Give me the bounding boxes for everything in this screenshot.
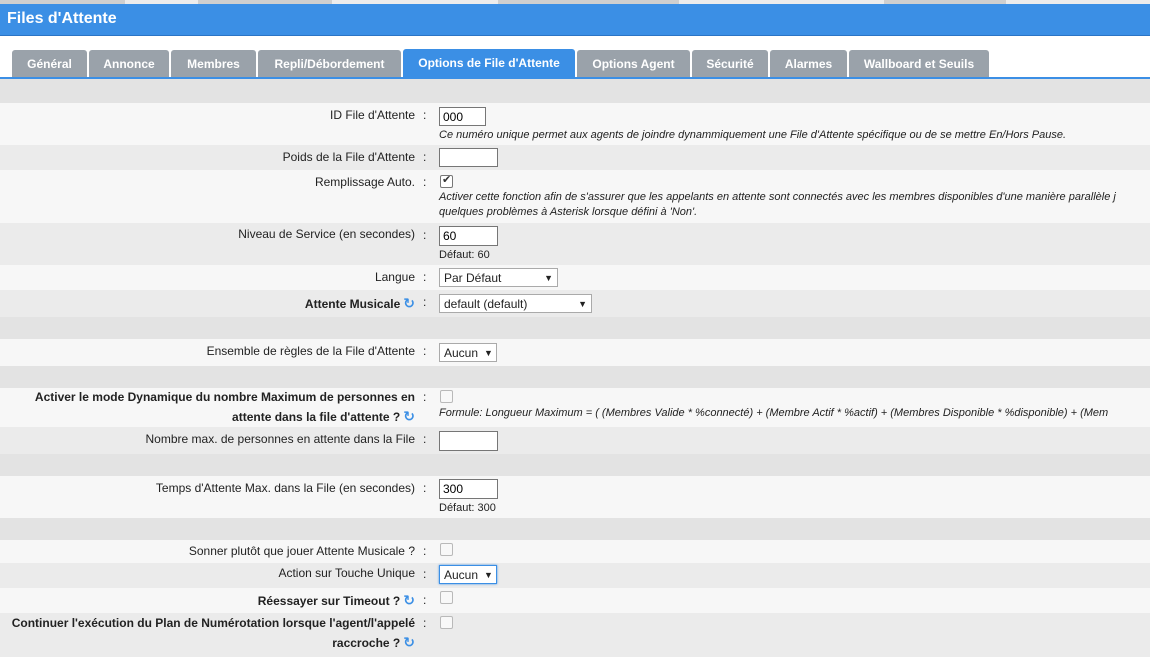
- section-separator: [0, 366, 1150, 388]
- colon: :: [423, 481, 427, 495]
- continue-dialplan-checkbox[interactable]: [440, 616, 453, 629]
- section-separator: [0, 317, 1150, 339]
- chevron-down-icon: ▼: [484, 569, 493, 580]
- ruleset-label: Ensemble de règles de la File d'Attente: [206, 344, 415, 358]
- autofill-hint-line2: quelques problèmes à Asterisk lorsque dé…: [439, 206, 698, 218]
- section-separator: [0, 454, 1150, 476]
- dynamic-max-label-text: attente dans la file d'attente ?: [232, 410, 401, 424]
- retry-timeout-checkbox[interactable]: [440, 591, 453, 604]
- dynamic-max-checkbox[interactable]: [440, 390, 453, 403]
- refresh-icon[interactable]: ↻: [403, 591, 415, 610]
- language-select[interactable]: Par Défaut ▼: [439, 268, 558, 287]
- row-retry-timeout: Réessayer sur Timeout ? ↻ :: [0, 588, 1150, 613]
- dynamic-max-label-line2: attente dans la file d'attente ? ↻: [232, 407, 415, 427]
- refresh-icon[interactable]: ↻: [403, 633, 415, 652]
- chevron-down-icon: ▼: [484, 347, 493, 358]
- language-select-value: Par Défaut: [444, 270, 502, 285]
- queue-weight-label: Poids de la File d'Attente: [282, 150, 415, 164]
- music-on-hold-select[interactable]: default (default) ▼: [439, 294, 592, 313]
- service-level-input[interactable]: [439, 226, 498, 246]
- dynamic-max-hint: Formule: Longueur Maximum = ( (Membres V…: [439, 407, 1109, 419]
- row-queue-id: ID File d'Attente : Ce numéro unique per…: [0, 103, 1150, 145]
- tab-general[interactable]: Général: [12, 50, 87, 77]
- row-max-wait: Temps d'Attente Max. dans la File (en se…: [0, 476, 1150, 518]
- tab-alarmes[interactable]: Alarmes: [770, 50, 847, 77]
- chevron-down-icon: ▼: [578, 298, 587, 309]
- queue-id-label: ID File d'Attente: [330, 108, 415, 122]
- single-key-action-select-value: Aucun: [444, 567, 479, 582]
- refresh-icon[interactable]: ↻: [403, 294, 415, 313]
- queue-weight-input[interactable]: [439, 148, 498, 167]
- colon: :: [423, 108, 427, 122]
- row-single-key-action: Action sur Touche Unique : Aucun ▼: [0, 563, 1150, 588]
- section-separator: [0, 79, 1150, 103]
- row-service-level: Niveau de Service (en secondes) : Défaut…: [0, 223, 1150, 265]
- retry-timeout-label: Réessayer sur Timeout ? ↻: [258, 591, 415, 611]
- music-on-hold-select-value: default (default): [444, 296, 528, 311]
- tab-bar: Général Annonce Membres Repli/Débordemen…: [0, 49, 1150, 79]
- colon: :: [423, 270, 427, 284]
- colon: :: [423, 432, 427, 446]
- colon: :: [423, 390, 427, 404]
- row-max-callers: Nombre max. de personnes en attente dans…: [0, 427, 1150, 454]
- tab-options-file-attente[interactable]: Options de File d'Attente: [403, 49, 575, 77]
- max-wait-label: Temps d'Attente Max. dans la File (en se…: [155, 481, 415, 495]
- autofill-hint-line1: Activer cette fonction afin de s'assurer…: [439, 191, 1116, 203]
- section-separator: [0, 518, 1150, 540]
- dynamic-max-label-line1: Activer le mode Dynamique du nombre Maxi…: [34, 390, 415, 404]
- colon: :: [423, 616, 427, 630]
- row-ruleset: Ensemble de règles de la File d'Attente …: [0, 339, 1150, 366]
- ring-instead-moh-checkbox[interactable]: [440, 543, 453, 556]
- autofill-label: Remplissage Auto.: [314, 175, 415, 189]
- row-queue-weight: Poids de la File d'Attente :: [0, 145, 1150, 170]
- title-bar: Files d'Attente: [0, 4, 1150, 36]
- music-on-hold-label-text: Attente Musicale: [304, 297, 401, 311]
- queue-id-hint: Ce numéro unique permet aux agents de jo…: [439, 129, 1067, 141]
- colon: :: [423, 175, 427, 189]
- tab-repli-debordement[interactable]: Repli/Débordement: [258, 50, 401, 77]
- row-language: Langue : Par Défaut ▼: [0, 265, 1150, 290]
- page-title: Files d'Attente: [7, 10, 117, 27]
- max-wait-input[interactable]: [439, 479, 498, 499]
- row-dynamic-max: Activer le mode Dynamique du nombre Maxi…: [0, 388, 1150, 427]
- tab-options-agent[interactable]: Options Agent: [577, 50, 690, 77]
- tab-annonce[interactable]: Annonce: [89, 50, 169, 77]
- refresh-icon[interactable]: ↻: [403, 407, 415, 426]
- music-on-hold-label: Attente Musicale ↻: [305, 294, 415, 314]
- continue-dialplan-label-text: raccroche ?: [332, 636, 401, 650]
- continue-dialplan-label-line1: Continuer l'exécution du Plan de Numérot…: [11, 616, 415, 630]
- colon: :: [423, 344, 427, 358]
- row-continue-dialplan: Continuer l'exécution du Plan de Numérot…: [0, 613, 1150, 657]
- colon: :: [423, 150, 427, 164]
- ruleset-select[interactable]: Aucun ▼: [439, 343, 497, 362]
- row-ring-instead-moh: Sonner plutôt que jouer Attente Musicale…: [0, 540, 1150, 563]
- autofill-checkbox[interactable]: [440, 173, 453, 188]
- tab-wallboard-seuils[interactable]: Wallboard et Seuils: [849, 50, 989, 77]
- max-callers-label: Nombre max. de personnes en attente dans…: [145, 432, 415, 446]
- row-music-on-hold: Attente Musicale ↻ : default (default) ▼: [0, 290, 1150, 317]
- colon: :: [423, 295, 427, 309]
- max-callers-input[interactable]: [439, 431, 498, 451]
- tab-securite[interactable]: Sécurité: [692, 50, 768, 77]
- single-key-action-select[interactable]: Aucun ▼: [439, 565, 497, 584]
- tab-membres[interactable]: Membres: [171, 50, 256, 77]
- colon: :: [423, 593, 427, 607]
- ring-instead-moh-label: Sonner plutôt que jouer Attente Musicale…: [188, 544, 415, 558]
- retry-timeout-label-text: Réessayer sur Timeout ?: [257, 594, 401, 608]
- chevron-down-icon: ▼: [544, 272, 553, 283]
- language-label: Langue: [374, 270, 415, 284]
- continue-dialplan-label-line2: raccroche ? ↻: [332, 633, 415, 653]
- queue-id-input[interactable]: [439, 107, 486, 126]
- colon: :: [423, 544, 427, 558]
- single-key-action-label: Action sur Touche Unique: [278, 566, 415, 580]
- ruleset-select-value: Aucun: [444, 345, 479, 360]
- max-wait-default: Défaut: 300: [439, 502, 496, 514]
- colon: :: [423, 567, 427, 581]
- service-level-label: Niveau de Service (en secondes): [238, 227, 415, 241]
- service-level-default: Défaut: 60: [439, 249, 490, 261]
- row-autofill: Remplissage Auto. : Activer cette foncti…: [0, 170, 1150, 223]
- colon: :: [423, 228, 427, 242]
